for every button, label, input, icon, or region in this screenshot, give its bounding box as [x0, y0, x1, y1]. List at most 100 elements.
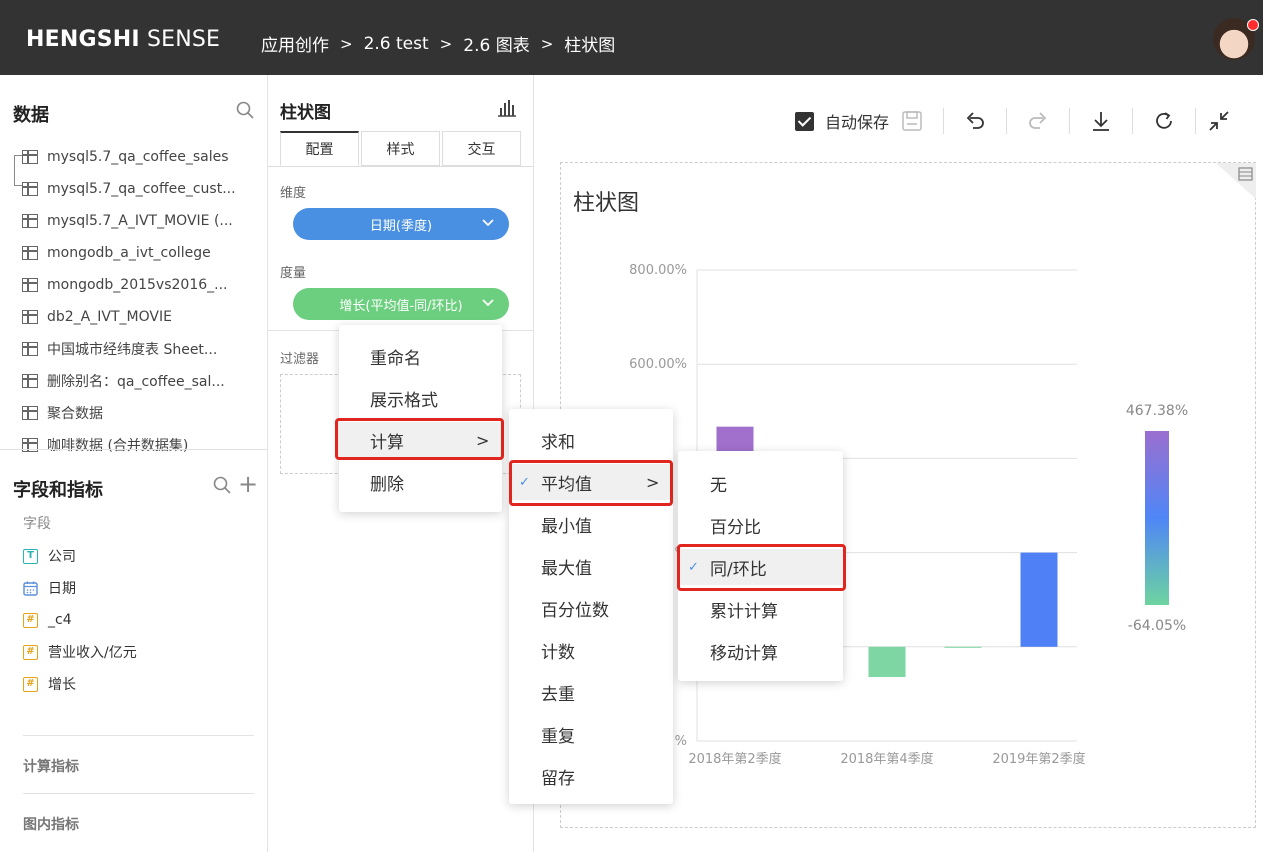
dataset-list: mysql5.7_qa_coffee_sales mysql5.7_qa_cof… [0, 141, 267, 461]
tab-style[interactable]: 样式 [361, 131, 440, 166]
autosave-label[interactable]: 自动保存 [825, 109, 889, 133]
card-options-icon[interactable] [1216, 163, 1256, 199]
toolbar-separator [943, 108, 945, 134]
panel-divider [0, 449, 267, 450]
measure-label: 度量 [280, 266, 307, 281]
dataset-item[interactable]: mongodb_2015vs2016_... [0, 269, 267, 301]
section-divider [23, 793, 254, 794]
breadcrumb: 应用创作 > 2.6 test > 2.6 图表 > 柱状图 [261, 31, 616, 57]
dataset-item[interactable]: mongodb_a_ivt_college [0, 237, 267, 269]
menu-item-percentage[interactable]: 百分比 [678, 507, 843, 543]
add-icon[interactable]: + [238, 472, 258, 496]
redo-icon[interactable] [1027, 110, 1049, 132]
table-icon [22, 182, 38, 196]
chart-metrics-label[interactable]: 图内指标 [23, 814, 79, 834]
dataset-item[interactable]: mysql5.7_A_IVT_MOVIE (... [0, 205, 267, 237]
y-tick-label: % [675, 734, 687, 749]
menu-item-rename[interactable]: 重命名 [339, 338, 502, 374]
undo-icon[interactable] [964, 110, 986, 132]
calendar-icon [23, 581, 38, 596]
dataset-item[interactable]: mysql5.7_qa_coffee_cust... [0, 173, 267, 205]
color-scale-max-label: 467.38% [1126, 403, 1188, 419]
field-item[interactable]: # 增长 [23, 674, 76, 694]
dataset-item[interactable]: 删除别名：qa_coffee_sal... [0, 365, 267, 397]
dataset-item[interactable]: 咖啡数据 (合并数据集) [0, 429, 267, 461]
section-divider [23, 735, 254, 736]
color-scale-min-label: -64.05% [1128, 618, 1186, 634]
breadcrumb-separator: > [439, 34, 453, 53]
table-icon [22, 310, 38, 324]
dataset-item[interactable]: 聚合数据 [0, 397, 267, 429]
table-icon [22, 406, 38, 420]
tab-config[interactable]: 配置 [280, 131, 359, 166]
field-item[interactable]: 日期 [23, 578, 76, 598]
chart-toolbar: 自动保存 [795, 107, 1230, 135]
menu-item-distinct[interactable]: 去重 [509, 674, 673, 710]
dataset-item[interactable]: 中国城市经纬度表 Sheet... [0, 333, 267, 365]
table-icon [22, 150, 38, 164]
menu-item-display-format[interactable]: 展示格式 [339, 380, 502, 416]
refresh-icon[interactable] [1153, 110, 1175, 132]
field-item[interactable]: T 公司 [23, 546, 76, 566]
fields-section-label: 字段 [23, 516, 51, 532]
dimension-pill[interactable]: 日期(季度) [293, 208, 509, 240]
toolbar-separator [1132, 108, 1134, 134]
dataset-item[interactable]: mysql5.7_qa_coffee_sales [0, 141, 267, 173]
number-type-icon: # [23, 644, 38, 660]
menu-item-max[interactable]: 最大值 [509, 548, 673, 584]
field-item[interactable]: # _c4 [23, 610, 72, 630]
highlight-box [677, 544, 846, 591]
x-tick-label: 2018年第2季度 [688, 751, 781, 767]
number-type-icon: # [23, 612, 38, 628]
menu-item-repeat[interactable]: 重复 [509, 716, 673, 752]
breadcrumb-item-current: 柱状图 [564, 36, 616, 56]
chart-name[interactable]: 柱状图 [280, 98, 331, 123]
menu-item-none[interactable]: 无 [678, 465, 843, 501]
field-item[interactable]: # 营业收入/亿元 [23, 642, 137, 662]
breadcrumb-item[interactable]: 2.6 test [364, 34, 429, 54]
menu-item-retention[interactable]: 留存 [509, 758, 673, 794]
bar-chart-icon[interactable] [497, 99, 517, 117]
highlight-box [335, 418, 504, 460]
collapse-icon[interactable] [1208, 110, 1230, 132]
table-icon [22, 214, 38, 228]
bar [1020, 552, 1058, 647]
measure-pill[interactable]: 增长(平均值-同/环比) [293, 288, 509, 320]
chart-title: 柱状图 [573, 191, 640, 216]
chevron-down-icon[interactable] [481, 216, 495, 230]
menu-item-delete[interactable]: 删除 [339, 464, 502, 500]
table-icon [22, 342, 38, 356]
x-tick-label: 2018年第4季度 [840, 751, 933, 767]
menu-item-sum[interactable]: 求和 [509, 422, 673, 458]
tabs-underline [268, 166, 534, 167]
x-tick-label: 2019年第2季度 [992, 751, 1085, 767]
save-icon[interactable] [901, 110, 923, 132]
fields-panel-title: 字段和指标 [13, 480, 103, 501]
dataset-item[interactable]: db2_A_IVT_MOVIE [0, 301, 267, 333]
data-panel-title: 数据 [13, 105, 49, 126]
bar [868, 646, 906, 677]
table-icon [22, 246, 38, 260]
table-icon [22, 374, 38, 388]
menu-item-percentile[interactable]: 百分位数 [509, 590, 673, 626]
menu-item-min[interactable]: 最小值 [509, 506, 673, 542]
config-tabs: 配置 样式 交互 [280, 131, 523, 166]
highlight-box [509, 460, 673, 506]
breadcrumb-separator: > [340, 34, 353, 53]
breadcrumb-item[interactable]: 应用创作 [261, 31, 329, 56]
dimension-label: 维度 [280, 186, 307, 201]
breadcrumb-item[interactable]: 2.6 图表 [463, 31, 529, 56]
search-icon[interactable] [213, 476, 231, 494]
autosave-checkbox[interactable] [795, 111, 814, 131]
search-icon[interactable] [236, 101, 254, 119]
menu-item-count[interactable]: 计数 [509, 632, 673, 668]
menu-item-cumulative[interactable]: 累计计算 [678, 591, 843, 627]
calc-metrics-label[interactable]: 计算指标 [23, 756, 79, 776]
tab-interaction[interactable]: 交互 [442, 131, 521, 166]
download-icon[interactable] [1090, 110, 1112, 132]
menu-item-moving[interactable]: 移动计算 [678, 633, 843, 669]
chevron-down-icon[interactable] [481, 296, 495, 310]
brand-logo[interactable]: HENGSHI SENSE [26, 27, 220, 52]
toolbar-separator [1195, 108, 1197, 134]
y-tick-label: 600.00% [629, 357, 687, 372]
